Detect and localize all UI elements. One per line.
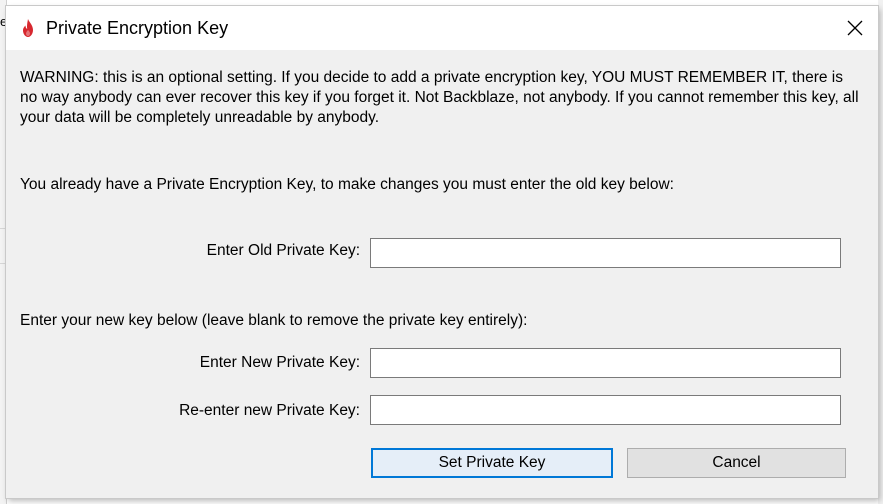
reenter-key-input[interactable] bbox=[370, 395, 841, 425]
new-key-instructions: Enter your new key below (leave blank to… bbox=[20, 312, 528, 329]
new-key-label: Enter New Private Key: bbox=[199, 354, 360, 371]
old-key-input[interactable] bbox=[370, 238, 841, 268]
close-button[interactable] bbox=[832, 6, 878, 50]
cancel-button[interactable]: Cancel bbox=[627, 448, 846, 478]
set-private-key-button[interactable]: Set Private Key bbox=[371, 448, 613, 478]
new-key-input[interactable] bbox=[370, 348, 841, 378]
private-encryption-key-dialog: Private Encryption Key WARNING: this is … bbox=[6, 6, 878, 498]
old-key-label: Enter Old Private Key: bbox=[206, 242, 360, 259]
backblaze-flame-icon bbox=[18, 18, 38, 38]
background-window-edge-right bbox=[878, 0, 883, 504]
title-bar[interactable]: Private Encryption Key bbox=[6, 6, 878, 50]
reenter-key-label: Re-enter new Private Key: bbox=[179, 402, 360, 419]
existing-key-message: You already have a Private Encryption Ke… bbox=[20, 176, 674, 193]
dialog-title: Private Encryption Key bbox=[46, 18, 229, 38]
warning-message: WARNING: this is an optional setting. If… bbox=[20, 69, 859, 126]
close-icon bbox=[847, 20, 863, 36]
